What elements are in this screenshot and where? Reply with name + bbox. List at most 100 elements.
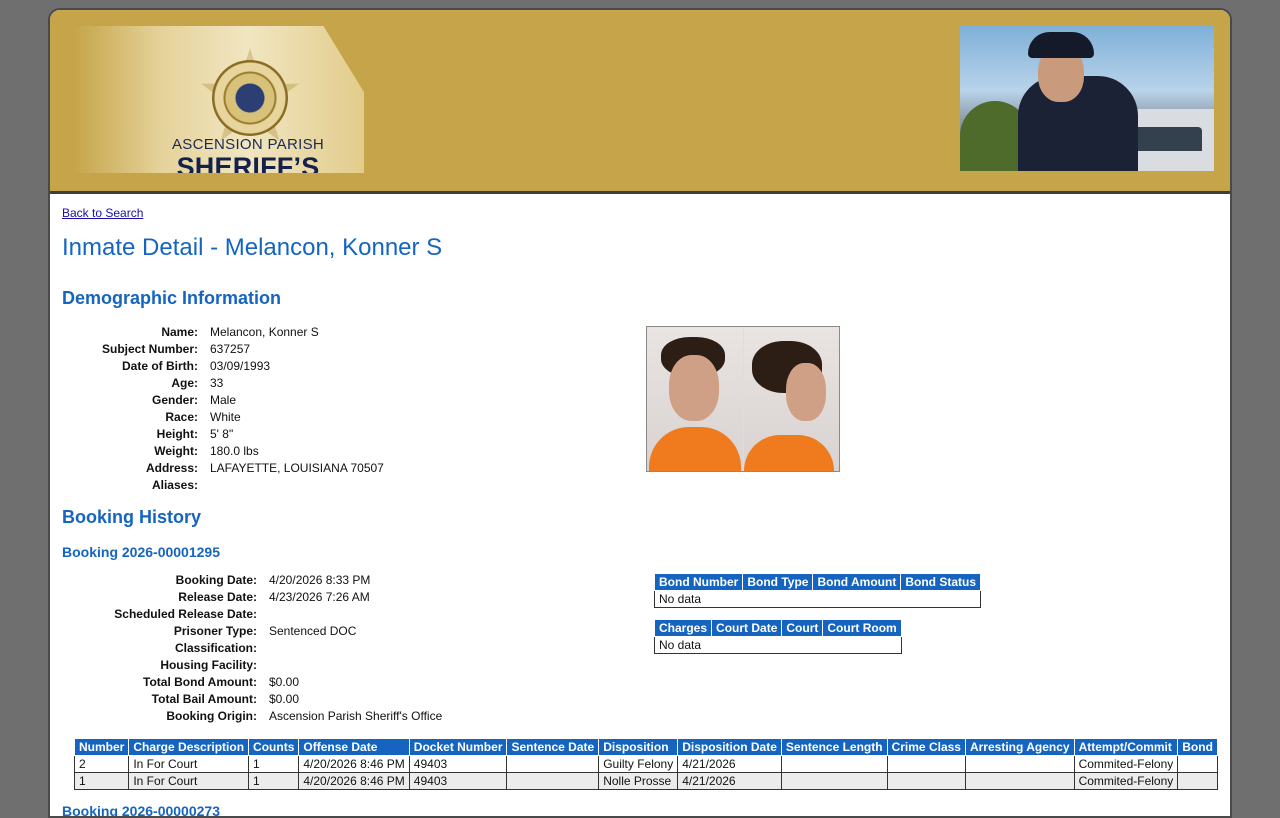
demographic-field-label: Gender: [151,393,198,407]
charges-column-header[interactable]: Docket Number [408,738,508,756]
charges-column-header[interactable]: Disposition Date [677,738,782,756]
booking-field-row: Housing Facility: [160,657,442,674]
bond-column-header[interactable]: Bond Amount [812,573,902,591]
booking-field-value: 4/20/2026 8:33 PM [269,573,371,587]
demographics-heading: Demographic Information [62,288,282,308]
table-cell: 1 [248,772,300,790]
table-cell: 2 [73,755,130,773]
table-cell: 4/20/2026 8:46 PM [298,755,410,773]
table-cell [886,755,966,773]
booking-field-label: Booking Origin: [166,709,257,723]
bond-column-header[interactable]: Bond Status [900,573,981,591]
charges-column-header[interactable]: Bond [1177,738,1218,756]
table-cell: Commited-Felony [1073,755,1179,773]
charges-column-header[interactable]: Charge Description [128,738,250,756]
back-to-search-link[interactable]: Back to Search [62,206,143,220]
demographic-field-value: 180.0 lbs [210,444,259,458]
charges-table: Number Charge Description Counts Offense Da… [73,738,1218,790]
demographic-field-value: 03/09/1993 [210,359,271,373]
charges-column-header[interactable]: Sentence Length [780,738,888,756]
page-title: Inmate Detail - Melancon, Konner S [62,234,443,261]
bond-table: Bond Number Bond Type Bond Amount Bond Stat… [653,573,981,608]
court-column-header[interactable]: Court [781,619,824,637]
bond-column-header[interactable]: Bond Number [653,573,744,591]
booking-field-row: Scheduled Release Date: [114,606,442,623]
court-table: Charges Court Date Court Court Room No data [653,619,902,654]
table-cell: 49403 [408,755,508,773]
table-cell: 4/20/2026 8:46 PM [298,772,410,790]
demographic-field-label: Address: [145,461,198,475]
demographic-field-value: 637257 [210,342,251,356]
booking-field-label: Scheduled Release Date: [114,607,257,621]
booking-field-value: $0.00 [269,692,300,706]
demographic-field-row: Subject Number: 637257 [102,341,384,358]
demographic-field-label: Subject Number: [101,342,198,356]
booking-field-value: 4/23/2026 7:26 AM [269,590,370,604]
table-cell [886,772,966,790]
demographic-field-row: Address: LAFAYETTE, LOUISIANA 70507 [146,460,384,477]
demographics-fields: Name: Melancon, Konner S Subject Number: 63… [102,324,384,494]
demographic-field-label: Aliases: [151,478,198,492]
table-cell: Nolle Prosse [598,772,679,790]
charges-column-header[interactable]: Disposition [598,738,679,756]
table-cell [1177,772,1218,790]
demographic-field-row: Weight: 180.0 lbs [154,443,384,460]
table-cell [506,772,600,790]
booking-field-label: Total Bail Amount: [151,692,257,706]
table-cell [780,755,888,773]
table-row: 2 In For Court 1 4/20/2026 8:46 PM 49403 Guil… [73,755,1218,773]
table-row: 1 In For Court 1 4/20/2026 8:46 PM 49403 Noll… [73,772,1218,790]
table-cell: 1 [73,772,130,790]
demographic-field-row: Race: White [165,409,384,426]
court-column-header[interactable]: Charges [653,619,713,637]
charges-column-header[interactable]: Arresting Agency [964,738,1075,756]
booking-field-value: Sentenced DOC [269,624,357,638]
no-data-cell: No data [654,590,981,608]
table-cell: 49403 [408,772,508,790]
sheriff-logo[interactable]: ASCENSION PARISH SHERIFF’S OFFICE [74,26,364,173]
bond-column-header[interactable]: Bond Type [742,573,814,591]
booking-field-row: Release Date: 4/23/2026 7:26 AM [178,589,442,606]
court-column-header[interactable]: Court Room [822,619,902,637]
charges-column-header[interactable]: Sentence Date [506,738,600,756]
demographic-field-value: Male [210,393,237,407]
booking-field-label: Booking Date: [175,573,257,587]
booking-field-row: Booking Origin: Ascension Parish Sheriff'… [166,708,443,725]
table-cell: 1 [248,755,300,773]
demographic-field-row: Height: 5' 8" [157,426,384,443]
demographic-field-row: Age: 33 [171,375,384,392]
booking-field-label: Classification: [174,641,257,655]
charges-column-header[interactable]: Number [73,738,130,756]
table-cell: 4/21/2026 [677,772,782,790]
demographic-field-value: 33 [210,376,224,390]
table-cell [506,755,600,773]
booking-fields: Booking Date: 4/20/2026 8:33 PM Release Da… [114,572,443,725]
charges-column-header[interactable]: Attempt/Commit [1073,738,1179,756]
booking-field-value: $0.00 [269,675,300,689]
charges-column-header[interactable]: Counts [248,738,300,756]
booking-field-label: Prisoner Type: [173,624,257,638]
org-name-line2: SHERIFF’S OFFICE [176,152,320,213]
booking-field-row: Classification: [175,640,442,657]
org-name-line1: ASCENSION PARISH [171,136,325,153]
table-cell: 4/21/2026 [677,755,782,773]
booking-field-row: Total Bond Amount: $0.00 [143,674,442,691]
demographic-field-row: Date of Birth: 03/09/1993 [122,358,384,375]
sheriff-badge-icon [212,60,288,136]
table-cell: In For Court [128,772,250,790]
court-column-header[interactable]: Court Date [711,619,783,637]
table-cell [1177,755,1218,773]
table-cell: Commited-Felony [1073,772,1179,790]
table-row: No data [654,636,902,654]
charges-column-header[interactable]: Crime Class [886,738,966,756]
booking-field-value: Ascension Parish Sheriff's Office [269,709,443,723]
demographic-field-value: LAFAYETTE, LOUISIANA 70507 [210,461,384,475]
booking-title: Booking 2026-00001295 [62,544,220,560]
next-booking-title: Booking 2026-00000273 [62,803,220,818]
charges-column-header[interactable]: Offense Date [298,738,410,756]
demographic-field-value: Melancon, Konner S [210,325,319,339]
page-container: ASCENSION PARISH SHERIFF’S OFFICE Back t… [48,8,1232,818]
site-header: ASCENSION PARISH SHERIFF’S OFFICE [50,10,1230,194]
demographic-field-row: Name: Melancon, Konner S [161,324,384,341]
demographic-field-label: Race: [165,410,198,424]
